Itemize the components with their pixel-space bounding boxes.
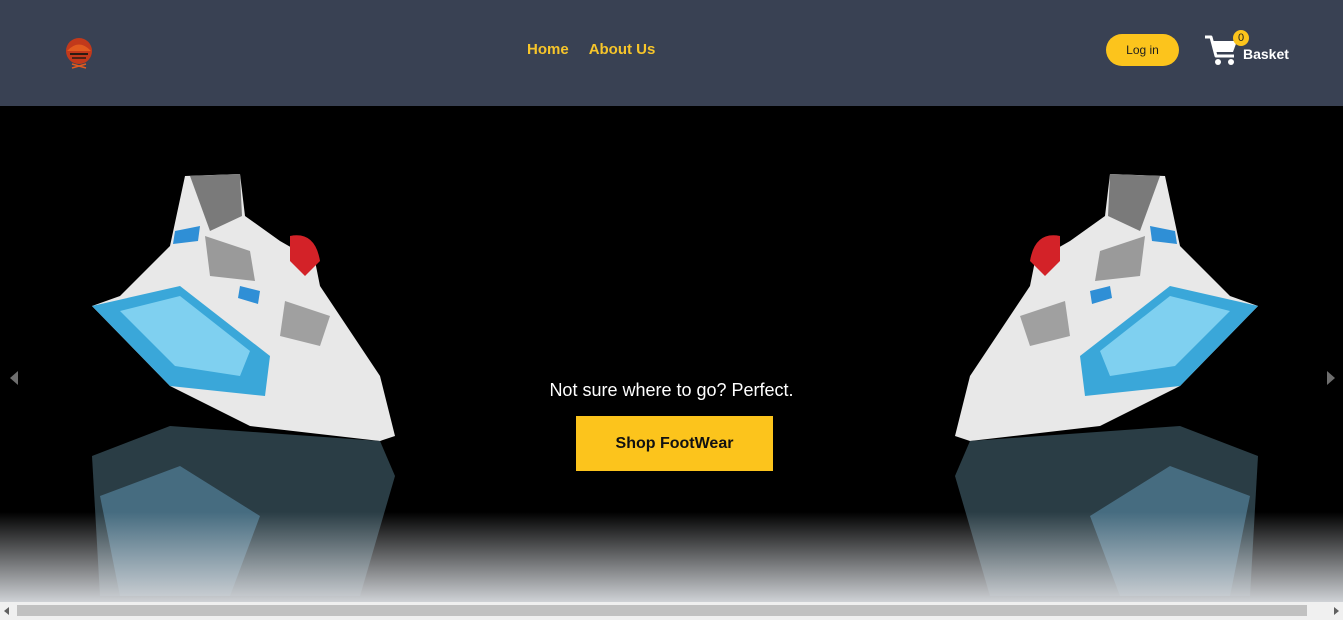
scroll-right-icon[interactable]	[1334, 607, 1339, 615]
navbar: Home About Us Log in 0 Basket	[0, 0, 1343, 106]
login-button[interactable]: Log in	[1106, 34, 1179, 66]
horizontal-scrollbar[interactable]	[0, 602, 1343, 620]
shop-footwear-button[interactable]: Shop FootWear	[576, 416, 773, 471]
scroll-left-icon[interactable]	[4, 607, 9, 615]
hero-banner: Not sure where to go? Perfect. Shop Foot…	[0, 106, 1343, 602]
basket-button[interactable]: 0 Basket	[1204, 30, 1304, 70]
main-nav: Home About Us	[527, 41, 655, 58]
chevron-right-icon[interactable]	[1327, 371, 1335, 385]
brand-logo-icon[interactable]	[62, 36, 96, 70]
nav-link-home[interactable]: Home	[527, 41, 569, 58]
scrollbar-thumb[interactable]	[17, 605, 1307, 616]
basket-label: Basket	[1243, 46, 1289, 62]
nav-link-about-us[interactable]: About Us	[589, 41, 656, 58]
basket-count-badge: 0	[1233, 30, 1249, 46]
hero-tagline: Not sure where to go? Perfect.	[549, 380, 794, 400]
hero-fade	[0, 512, 1343, 602]
chevron-left-icon[interactable]	[10, 371, 18, 385]
